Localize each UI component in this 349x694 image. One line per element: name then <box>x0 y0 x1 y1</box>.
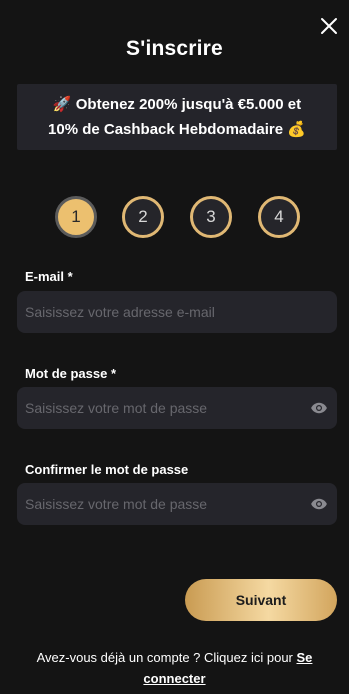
promo-text-2: 10% de Cashback Hebdomadaire <box>48 121 284 138</box>
step-3: 3 <box>190 196 232 238</box>
confirm-password-label: Confirmer le mot de passe <box>25 462 189 477</box>
promo-banner: 🚀 Obtenez 200% jusqu'à €5.000 et 10% de … <box>17 84 337 150</box>
step-2: 2 <box>122 196 164 238</box>
login-prompt: Avez-vous déjà un compte ? Cliquez ici p… <box>0 647 349 689</box>
promo-line-1: 🚀 Obtenez 200% jusqu'à €5.000 et <box>17 92 337 117</box>
rocket-icon: 🚀 <box>52 95 72 113</box>
password-label: Mot de passe * <box>25 366 117 381</box>
step-4: 4 <box>258 196 300 238</box>
money-bag-icon: 💰 <box>287 120 306 138</box>
password-field[interactable] <box>17 387 337 429</box>
login-prompt-text: Avez-vous déjà un compte ? Cliquez ici p… <box>36 650 297 665</box>
email-label: E-mail * <box>25 269 73 284</box>
email-field[interactable] <box>17 291 337 333</box>
step-1: 1 <box>55 196 97 238</box>
step-indicator: 1 2 3 4 <box>0 196 349 240</box>
promo-line-2: 10% de Cashback Hebdomadaire 💰 <box>17 117 337 142</box>
next-button[interactable]: Suivant <box>185 579 337 621</box>
show-confirm-password-icon[interactable] <box>310 495 328 513</box>
close-icon[interactable] <box>319 16 339 36</box>
modal-title: S'inscrire <box>126 37 223 60</box>
show-password-icon[interactable] <box>310 399 328 417</box>
confirm-password-field[interactable] <box>17 483 337 525</box>
promo-text-1: Obtenez 200% jusqu'à €5.000 et <box>75 96 302 113</box>
